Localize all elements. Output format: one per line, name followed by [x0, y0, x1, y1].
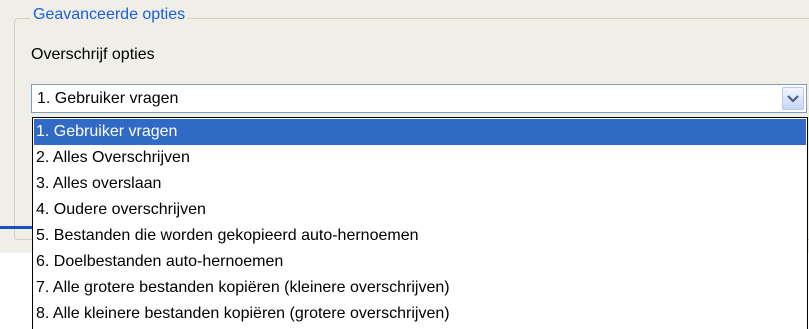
chevron-down-icon — [787, 95, 799, 103]
overwrite-options-dropdown-list[interactable]: 1. Gebruiker vragen 2. Alles Overschrijv… — [32, 117, 808, 329]
focus-accent-line — [0, 226, 34, 229]
overwrite-options-label: Overschrijf opties — [31, 46, 155, 63]
combobox-dropdown-button[interactable] — [782, 87, 804, 110]
dropdown-option[interactable]: 7. Alle grotere bestanden kopiëren (klei… — [34, 275, 806, 301]
dropdown-option[interactable]: 8. Alle kleinere bestanden kopiëren (gro… — [34, 301, 806, 327]
dropdown-option[interactable]: 6. Doelbestanden auto-hernoemen — [34, 249, 806, 275]
overwrite-options-combobox[interactable]: 1. Gebruiker vragen — [31, 84, 807, 113]
dropdown-option[interactable]: 3. Alles overslaan — [34, 171, 806, 197]
dropdown-option[interactable]: 4. Oudere overschrijven — [34, 197, 806, 223]
dropdown-option[interactable]: 5. Bestanden die worden gekopieerd auto-… — [34, 223, 806, 249]
advanced-options-legend: Geavanceerde opties — [30, 6, 189, 24]
combobox-selected-value: 1. Gebruiker vragen — [37, 90, 179, 107]
dropdown-option[interactable]: 1. Gebruiker vragen — [34, 119, 806, 145]
dropdown-option[interactable]: 2. Alles Overschrijven — [34, 145, 806, 171]
